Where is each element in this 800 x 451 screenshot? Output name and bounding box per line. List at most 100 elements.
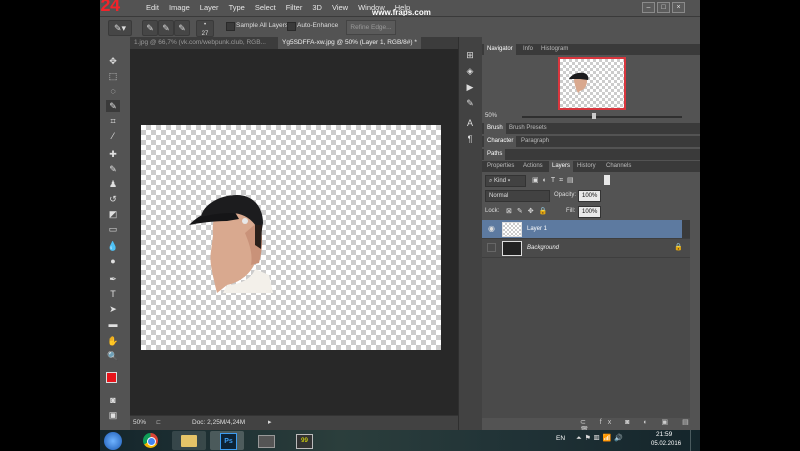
auto-enhance-checkbox[interactable] bbox=[287, 22, 296, 31]
panel-brush-icon[interactable]: ✎ bbox=[464, 97, 476, 109]
eye-icon[interactable]: ◉ bbox=[488, 224, 495, 233]
visibility-toggle[interactable] bbox=[487, 243, 496, 252]
navigator-zoom-slider[interactable] bbox=[522, 116, 682, 118]
brush-size-picker[interactable]: • 27 bbox=[196, 20, 214, 37]
panel-paragraph-icon[interactable]: ¶ bbox=[464, 133, 476, 145]
type-tool-icon[interactable]: T bbox=[106, 288, 120, 300]
clone-stamp-icon[interactable]: ♟ bbox=[106, 178, 120, 190]
language-indicator[interactable]: EN bbox=[556, 435, 565, 442]
quick-mask-icon[interactable]: ◙ bbox=[106, 394, 120, 406]
taskbar-app-4[interactable] bbox=[248, 431, 282, 450]
lock-icons[interactable]: ⊠✎✥🔒 bbox=[506, 207, 552, 215]
clock-date[interactable]: 05.02.2016 bbox=[651, 441, 681, 447]
navigator-zoom-handle[interactable] bbox=[592, 113, 596, 119]
panel-character-icon[interactable]: A bbox=[464, 117, 476, 129]
panel-actions-icon[interactable]: ▶ bbox=[464, 81, 476, 93]
menu-select[interactable]: Select bbox=[255, 3, 276, 12]
panel-properties-icon[interactable]: ◈ bbox=[464, 65, 476, 77]
menu-view[interactable]: View bbox=[332, 3, 348, 12]
eraser-tool-icon[interactable]: ◩ bbox=[106, 208, 120, 220]
subtract-selection-icon[interactable]: ✎ bbox=[174, 20, 190, 36]
filter-search-icon: ⌕ bbox=[489, 178, 493, 184]
show-desktop-button[interactable] bbox=[690, 430, 701, 451]
document-canvas[interactable] bbox=[141, 125, 441, 350]
layer-filter-kind[interactable]: ⌕ Kind ▾ bbox=[485, 175, 526, 187]
menu-edit[interactable]: Edit bbox=[146, 3, 159, 12]
canvas-workspace[interactable] bbox=[130, 49, 458, 415]
zoom-tool-icon[interactable]: 🔍 bbox=[106, 350, 120, 362]
menu-filter[interactable]: Filter bbox=[286, 3, 303, 12]
foreground-color-swatch[interactable] bbox=[106, 372, 117, 383]
tray-icons[interactable]: ⏶⚑▥📶🔊 bbox=[576, 434, 626, 443]
blend-mode-select[interactable]: Normal bbox=[485, 190, 550, 202]
layer-row[interactable]: Background 🔒 bbox=[482, 239, 690, 258]
tab-character[interactable]: Character bbox=[484, 136, 517, 147]
filter-toggle[interactable] bbox=[604, 175, 610, 185]
brush-tabs: Brush Brush Presets bbox=[482, 123, 700, 134]
add-to-selection-icon[interactable]: ✎ bbox=[158, 20, 174, 36]
menu-3d[interactable]: 3D bbox=[312, 3, 322, 12]
layer-row[interactable]: ◉ Layer 1 bbox=[482, 220, 690, 239]
tab-paragraph[interactable]: Paragraph bbox=[518, 136, 552, 147]
layer-name[interactable]: Layer 1 bbox=[527, 226, 547, 232]
gradient-tool-icon[interactable]: ▭ bbox=[106, 223, 120, 235]
status-menu-arrow-icon[interactable]: ▸ bbox=[268, 418, 272, 426]
dodge-tool-icon[interactable]: ● bbox=[106, 255, 120, 267]
crop-tool-icon[interactable]: ⌗ bbox=[106, 115, 120, 127]
lasso-tool-icon[interactable]: ◌ bbox=[106, 85, 120, 97]
opacity-input[interactable]: 100% bbox=[578, 190, 601, 202]
menu-layer[interactable]: Layer bbox=[200, 3, 219, 12]
clock-time[interactable]: 21:59 bbox=[656, 431, 672, 438]
tab-navigator[interactable]: Navigator bbox=[484, 44, 516, 55]
fill-input[interactable]: 100% bbox=[578, 206, 601, 218]
screen-mode-icon[interactable]: ▣ bbox=[106, 409, 120, 421]
quick-selection-tool-icon[interactable]: ✎ bbox=[106, 100, 120, 112]
tab-brush[interactable]: Brush bbox=[484, 123, 506, 134]
sample-all-layers-checkbox[interactable] bbox=[226, 22, 235, 31]
maximize-button[interactable]: □ bbox=[657, 2, 670, 13]
taskbar-explorer[interactable] bbox=[172, 431, 206, 450]
close-button[interactable]: × bbox=[672, 2, 685, 13]
start-button[interactable] bbox=[104, 432, 122, 450]
zoom-reset-icon[interactable]: ⊏ bbox=[156, 419, 161, 426]
tab-histogram[interactable]: Histogram bbox=[538, 44, 571, 55]
tool-preset-picker[interactable]: ✎▾ bbox=[108, 20, 132, 36]
tab-properties[interactable]: Properties bbox=[484, 161, 517, 172]
opacity-label: Opacity: bbox=[554, 192, 577, 198]
tab-document-1[interactable]: 1.jpg @ 66,7% (vk.com/webpunk.club, RGB.… bbox=[130, 37, 270, 49]
history-brush-icon[interactable]: ↺ bbox=[106, 193, 120, 205]
blur-tool-icon[interactable]: 💧 bbox=[106, 240, 120, 252]
tab-history[interactable]: History bbox=[574, 161, 599, 172]
tab-paths[interactable]: Paths bbox=[484, 149, 506, 160]
eyedropper-tool-icon[interactable]: ⁄ bbox=[106, 130, 120, 142]
taskbar-fraps[interactable]: 99 bbox=[286, 431, 320, 450]
marquee-tool-icon[interactable]: ⬚ bbox=[106, 70, 120, 82]
tab-document-2[interactable]: Yg5SDFFA-xw.jpg @ 50% (Layer 1, RGB/8#) … bbox=[278, 37, 421, 49]
hand-tool-icon[interactable]: ✋ bbox=[106, 335, 120, 347]
tab-brush-presets[interactable]: Brush Presets bbox=[506, 123, 550, 134]
move-tool-icon[interactable]: ✥ bbox=[106, 55, 120, 67]
taskbar-photoshop[interactable]: Ps bbox=[210, 431, 244, 450]
refine-edge-button[interactable]: Refine Edge... bbox=[346, 20, 396, 35]
taskbar-chrome[interactable] bbox=[134, 431, 168, 450]
tab-layers[interactable]: Layers bbox=[549, 161, 574, 172]
layer-name[interactable]: Background bbox=[527, 245, 559, 251]
healing-brush-icon[interactable]: ✚ bbox=[106, 148, 120, 160]
layers-scrollbar[interactable] bbox=[682, 220, 690, 238]
path-selection-icon[interactable]: ➤ bbox=[106, 303, 120, 315]
layer-filter-icons[interactable]: ▣◐T⌗▤ bbox=[532, 176, 578, 185]
menu-image[interactable]: Image bbox=[169, 3, 190, 12]
navigator-zoom[interactable]: 50% bbox=[485, 113, 497, 119]
tab-info[interactable]: Info bbox=[520, 44, 536, 55]
shape-tool-icon[interactable]: ▬ bbox=[106, 318, 120, 330]
tab-actions[interactable]: Actions bbox=[520, 161, 546, 172]
panel-history-icon[interactable]: ⊞ bbox=[464, 49, 476, 61]
tab-channels[interactable]: Channels bbox=[603, 161, 634, 172]
navigator-preview[interactable] bbox=[558, 57, 626, 110]
brush-tool-icon[interactable]: ✎ bbox=[106, 163, 120, 175]
zoom-level[interactable]: 50% bbox=[133, 419, 146, 426]
pen-tool-icon[interactable]: ✒ bbox=[106, 273, 120, 285]
minimize-button[interactable]: – bbox=[642, 2, 655, 13]
new-selection-icon[interactable]: ✎ bbox=[142, 20, 158, 36]
menu-type[interactable]: Type bbox=[229, 3, 245, 12]
